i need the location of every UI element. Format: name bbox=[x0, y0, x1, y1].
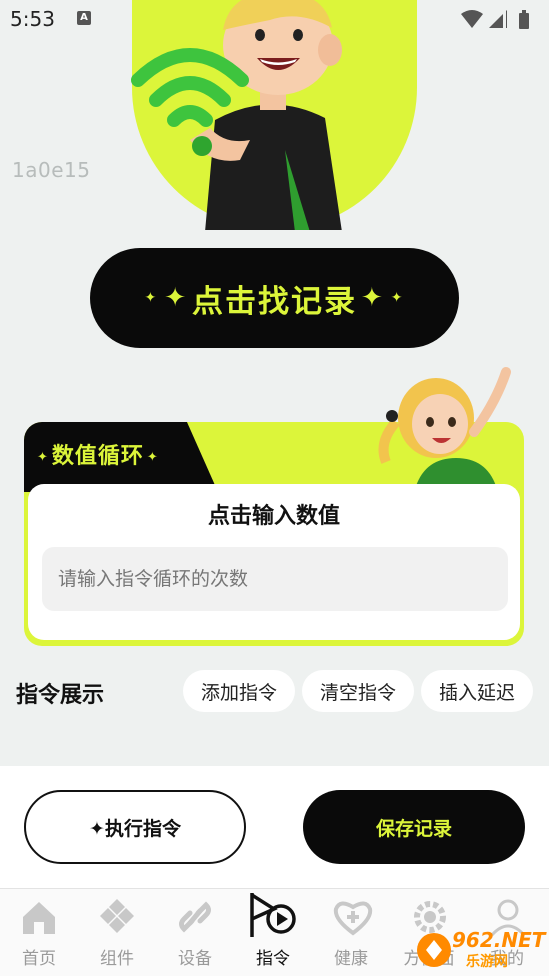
execute-commands-button[interactable]: ✦执行指令 bbox=[24, 790, 246, 864]
flag-play-icon bbox=[250, 893, 296, 937]
sparkle-icon: ✦ bbox=[146, 449, 159, 465]
sparkle-icon: ✦ bbox=[164, 283, 188, 313]
sparkle-icon: ✦ bbox=[390, 290, 405, 306]
tab-label: 组件 bbox=[100, 949, 134, 969]
tab-home[interactable]: 首页 bbox=[0, 889, 78, 976]
tab-health[interactable]: 健康 bbox=[312, 889, 390, 976]
loop-title: ✦ 数值循环 ✦ bbox=[37, 444, 159, 469]
find-records-button[interactable]: ✦ ✦ 点击找记录 ✦ ✦ bbox=[90, 248, 459, 348]
status-icons bbox=[461, 9, 537, 33]
insert-delay-chip[interactable]: 插入延迟 bbox=[421, 670, 533, 712]
signal-icon bbox=[489, 10, 507, 28]
link-icon bbox=[179, 901, 211, 933]
wifi-icon bbox=[461, 10, 483, 28]
battery-icon bbox=[519, 10, 529, 29]
watermark-sub: 乐游网 bbox=[466, 954, 508, 970]
save-record-button[interactable]: 保存记录 bbox=[303, 790, 525, 864]
tab-devices[interactable]: 设备 bbox=[156, 889, 234, 976]
wifi-symbol bbox=[131, 48, 249, 127]
status-bar: 5:53 A bbox=[0, 0, 549, 38]
watermark-brand: 962.NET bbox=[452, 928, 546, 952]
tab-commands[interactable]: 指令 bbox=[234, 889, 312, 976]
girl-illustration bbox=[378, 367, 511, 486]
commands-title: 指令展示 bbox=[16, 683, 105, 708]
clear-commands-chip[interactable]: 清空指令 bbox=[302, 670, 414, 712]
tab-components[interactable]: 组件 bbox=[78, 889, 156, 976]
tab-label: 指令 bbox=[256, 949, 290, 969]
tab-label: 设备 bbox=[178, 949, 212, 969]
notification-icon: A bbox=[77, 11, 91, 25]
loop-count-input[interactable] bbox=[42, 547, 508, 611]
sparkle-icon: ✦ bbox=[361, 283, 385, 313]
home-icon bbox=[23, 902, 55, 934]
tab-label: 首页 bbox=[22, 949, 56, 969]
heart-plus-icon bbox=[333, 901, 373, 936]
loop-heading: 点击输入数值 bbox=[207, 504, 340, 529]
find-records-label: 点击找记录 bbox=[192, 283, 357, 320]
status-time: 5:53 bbox=[10, 7, 55, 31]
sparkle-icon: ✦ bbox=[144, 290, 159, 306]
sparkle-icon: ✦ bbox=[37, 449, 49, 465]
components-icon bbox=[100, 899, 134, 933]
id-code: 1a0e15 bbox=[12, 158, 91, 182]
tab-label: 健康 bbox=[334, 949, 368, 969]
add-command-chip[interactable]: 添加指令 bbox=[183, 670, 295, 712]
